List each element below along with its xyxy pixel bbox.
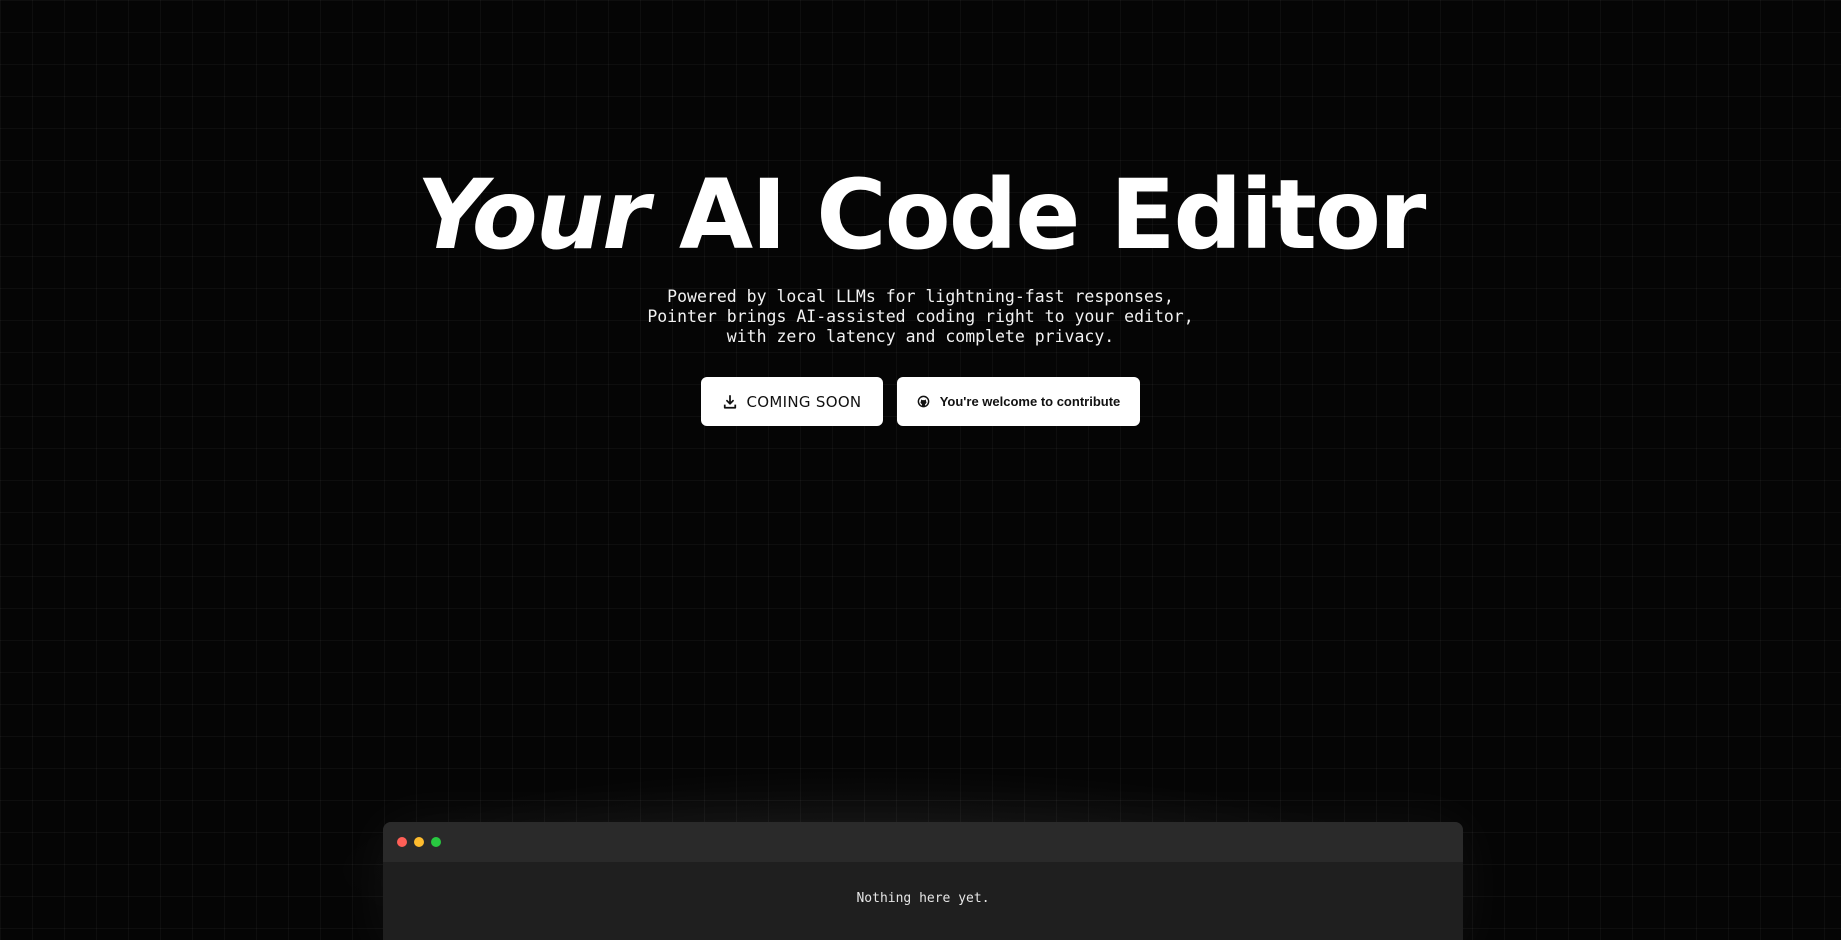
hero-subtitle: Powered by local LLMs for lightning-fast…	[0, 287, 1841, 347]
coming-soon-label: COMING SOON	[746, 392, 862, 411]
editor-preview-window: Nothing here yet.	[383, 822, 1463, 940]
cta-button-row: COMING SOON You're welcome to contribute	[0, 377, 1841, 426]
minimize-dot[interactable]	[414, 837, 424, 847]
page-title-rest: AI Code Editor	[647, 159, 1426, 271]
coming-soon-button[interactable]: COMING SOON	[701, 377, 883, 426]
subtitle-line: with zero latency and complete privacy.	[726, 327, 1115, 346]
subtitle-line: Pointer brings AI-assisted coding right …	[647, 307, 1194, 326]
download-icon	[723, 394, 737, 409]
contribute-label: You're welcome to contribute	[939, 394, 1121, 409]
contribute-button[interactable]: You're welcome to contribute	[897, 377, 1140, 426]
window-titlebar	[383, 822, 1463, 862]
close-dot[interactable]	[397, 837, 407, 847]
page-title-emphasis: Your	[416, 159, 650, 271]
github-icon	[917, 395, 930, 408]
window-body: Nothing here yet.	[383, 862, 1463, 906]
subtitle-line: Powered by local LLMs for lightning-fast…	[667, 287, 1174, 306]
page-title: Your AI Code Editor	[0, 160, 1841, 270]
empty-state-message: Nothing here yet.	[856, 891, 990, 906]
maximize-dot[interactable]	[431, 837, 441, 847]
